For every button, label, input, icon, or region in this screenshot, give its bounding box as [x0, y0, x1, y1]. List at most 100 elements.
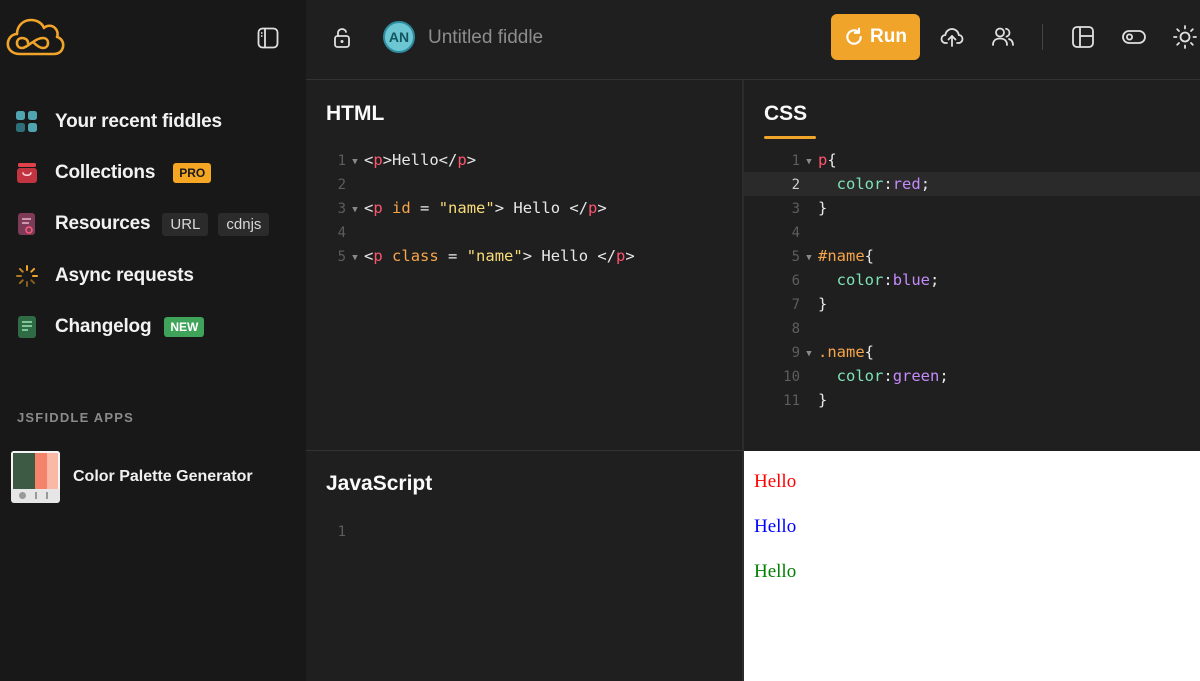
avatar[interactable]: AN	[383, 21, 415, 53]
code-token: >	[466, 151, 477, 169]
code-token: > Hello </	[522, 247, 617, 265]
code-line[interactable]: 2 color:red;	[744, 172, 1200, 196]
code-line[interactable]: 8	[744, 316, 1200, 340]
code-token: >Hello</	[382, 151, 458, 169]
horizontal-splitter[interactable]	[306, 450, 744, 451]
layout-icon[interactable]	[1069, 23, 1097, 51]
code-token: p	[818, 151, 828, 169]
code-line[interactable]: 11}	[744, 388, 1200, 412]
code-token: :	[883, 175, 893, 193]
nav-label: Async requests	[55, 265, 194, 286]
nav-async-requests[interactable]: Async requests	[14, 261, 194, 291]
line-number: 4	[791, 225, 800, 241]
result-preview[interactable]: Hello Hello Hello	[744, 451, 1200, 681]
app-label: Color Palette Generator	[73, 468, 253, 485]
sidebar-toggle-icon[interactable]	[256, 26, 280, 50]
code-line[interactable]: 4	[744, 220, 1200, 244]
css-panel-title: CSS	[764, 102, 808, 125]
url-chip[interactable]: URL	[162, 212, 209, 236]
code-line[interactable]: 5 ▼ #name{	[744, 244, 1200, 268]
code-token: ;	[920, 175, 931, 193]
line-number: 8	[791, 321, 800, 337]
code-token: class	[392, 247, 439, 265]
line-number: 9	[791, 345, 800, 361]
spinner-icon	[14, 263, 40, 289]
code-token: {	[827, 151, 837, 169]
new-badge: NEW	[164, 317, 205, 337]
code-line[interactable]: 7}	[744, 292, 1200, 316]
html-panel: HTML 1 ▼ <p>Hello</p> 2 3 ▼ <p id = "name"> He…	[306, 80, 742, 450]
jsfiddle-logo[interactable]	[4, 14, 66, 60]
code-token: "name"	[438, 199, 495, 217]
line-number: 3	[791, 201, 800, 217]
fold-arrow-icon[interactable]: ▼	[346, 246, 364, 270]
sun-icon[interactable]	[1171, 23, 1199, 51]
code-token: p	[588, 199, 598, 217]
css-panel: CSS 1 ▼ p{2 color:red; 3} 4 5 ▼ #name{6 color:b…	[744, 80, 1200, 450]
html-panel-title: HTML	[326, 102, 385, 125]
fold-arrow-icon[interactable]: ▼	[346, 198, 364, 222]
code-line[interactable]: 6 color:blue;	[744, 268, 1200, 292]
run-label: Run	[870, 26, 907, 47]
users-icon[interactable]	[989, 23, 1017, 51]
top-bar: AN Untitled fiddle Run	[306, 0, 1200, 80]
code-token: p	[457, 151, 467, 169]
sidebar: Your recent fiddles Collections PRO Reso…	[0, 0, 306, 681]
js-panel: JavaScript 1	[306, 451, 742, 681]
nav-resources[interactable]: Resources URL cdnjs	[14, 209, 270, 239]
code-line[interactable]: 10 color:green;	[744, 364, 1200, 388]
fold-arrow-icon[interactable]: ▼	[346, 150, 364, 174]
run-button[interactable]: Run	[831, 14, 920, 60]
code-line[interactable]: 1 ▼ <p>Hello</p>	[326, 148, 635, 172]
fold-arrow-icon[interactable]: ▼	[800, 246, 818, 270]
result-text: Hello	[754, 516, 797, 537]
code-line[interactable]: 9 ▼ .name{	[744, 340, 1200, 364]
code-line[interactable]: 1 ▼ p{	[744, 148, 1200, 172]
code-token: > Hello </	[494, 199, 589, 217]
box-icon	[14, 160, 40, 186]
fold-arrow-icon[interactable]: ▼	[800, 150, 818, 174]
code-line[interactable]: 2	[326, 172, 635, 196]
toggle-icon[interactable]	[1120, 23, 1148, 51]
code-token: p	[373, 199, 383, 217]
code-token: >	[597, 199, 607, 217]
code-token: {	[864, 343, 875, 361]
toolbar-divider	[1042, 24, 1043, 50]
apps-heading: JSFIDDLE APPS	[17, 410, 134, 425]
cdnjs-chip[interactable]: cdnjs	[218, 212, 270, 236]
code-token: .name	[818, 343, 865, 361]
code-token: ;	[930, 271, 940, 289]
code-line[interactable]: 3 ▼ <p id = "name"> Hello </p>	[326, 196, 635, 220]
code-token: <	[364, 247, 374, 265]
code-line[interactable]: 5 ▼ <p class = "name"> Hello </p>	[326, 244, 635, 268]
code-token: p	[373, 151, 383, 169]
code-line[interactable]: 4	[326, 220, 635, 244]
js-panel-title: JavaScript	[326, 472, 433, 495]
nav-recent-fiddles[interactable]: Your recent fiddles	[14, 107, 222, 137]
code-line[interactable]: 1	[326, 519, 364, 543]
nav-changelog[interactable]: Changelog NEW	[14, 312, 205, 342]
refresh-icon	[846, 27, 862, 45]
fold-arrow-icon[interactable]: ▼	[800, 342, 818, 366]
nav-label: Your recent fiddles	[55, 111, 222, 132]
nav-collections[interactable]: Collections PRO	[14, 158, 212, 188]
code-token: id	[392, 199, 411, 217]
code-line[interactable]: 3}	[744, 196, 1200, 220]
line-number: 11	[783, 393, 800, 409]
line-number: 1	[337, 153, 346, 169]
changelog-icon	[14, 314, 40, 340]
code-token: red	[892, 175, 921, 193]
lock-icon[interactable]	[328, 24, 356, 52]
fiddle-title[interactable]: Untitled fiddle	[428, 27, 543, 49]
line-number: 5	[337, 249, 346, 265]
code-token: :	[883, 271, 893, 289]
html-editor[interactable]: 1 ▼ <p>Hello</p> 2 3 ▼ <p id = "name"> Hello <…	[326, 148, 635, 268]
js-editor[interactable]: 1	[326, 519, 364, 543]
app-color-palette-generator[interactable]: Color Palette Generator	[11, 451, 253, 503]
css-editor[interactable]: 1 ▼ p{2 color:red; 3} 4 5 ▼ #name{6 color:blue;…	[744, 148, 1200, 412]
cloud-upload-icon[interactable]	[938, 23, 966, 51]
code-token: green	[892, 367, 940, 385]
